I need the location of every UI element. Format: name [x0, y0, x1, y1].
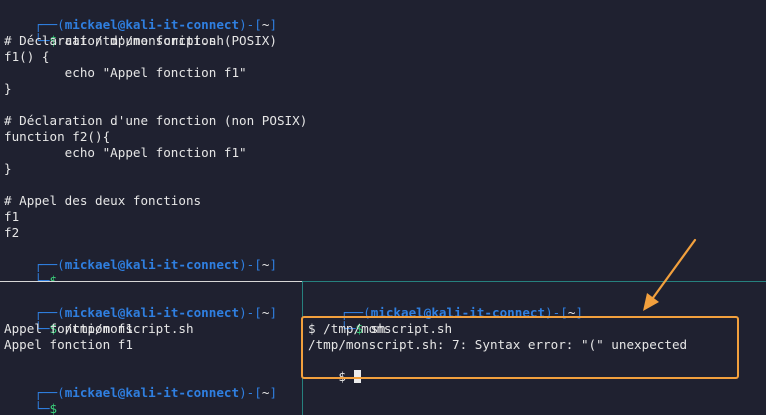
script-line: # Appel des deux fonctions	[4, 193, 202, 208]
script-line: # Déclaration d'une fonction (POSIX)	[4, 33, 277, 48]
script-line: # Déclaration d'une fonction (non POSIX)	[4, 113, 308, 128]
script-line: function f2(){	[4, 129, 111, 144]
prompt-corner-bottom: └─	[34, 401, 50, 415]
prompt-user-host: mickael@kali-it-connect	[64, 385, 240, 400]
script-line: }	[4, 161, 12, 176]
script-line: f1() {	[4, 49, 50, 64]
prompt-header: ┌──(mickael@kali-it-connect)-[~]	[310, 289, 583, 320]
prompt-paren: )	[239, 385, 247, 400]
prompt-corner-bottom: └─	[34, 273, 50, 281]
prompt-dollar: $	[49, 401, 58, 415]
prompt-header: ┌──(mickael@kali-it-connect)-[~]	[4, 369, 277, 400]
prompt-dash: -[	[246, 257, 262, 272]
script-line: }	[4, 81, 12, 96]
script-line: echo "Appel fonction f1"	[4, 145, 247, 160]
prompt-paren: )	[239, 17, 247, 32]
prompt-bracket: ]	[269, 17, 278, 32]
prompt-dash: -[	[246, 17, 262, 32]
prompt-header: ┌──(mickael@kali-it-connect)-[~]	[4, 289, 277, 320]
prompt-paren: )	[239, 257, 247, 272]
script-line: echo "Appel fonction f1"	[4, 65, 247, 80]
prompt-dash: -[	[246, 385, 262, 400]
script-line: f1	[4, 209, 20, 224]
prompt-user-host: mickael@kali-it-connect	[64, 257, 240, 272]
command-line: └─$ cat /tmp/monscript.sh	[4, 17, 224, 48]
top-terminal-pane[interactable]: ┌──(mickael@kali-it-connect)-[~] └─$ cat…	[0, 0, 766, 281]
command-line: └─$ /tmp/monscript.sh	[4, 305, 193, 336]
output-line: Appel fonction f1	[4, 337, 133, 352]
prompt-dollar: $	[49, 273, 58, 281]
command-line[interactable]: └─$	[4, 385, 57, 415]
prompt-paren: )	[239, 305, 247, 320]
script-line: f2	[4, 225, 20, 240]
prompt-dash: -[	[246, 305, 262, 320]
command-line[interactable]: └─$	[4, 257, 57, 281]
prompt-bracket: ]	[269, 257, 278, 272]
prompt-header: ┌──(mickael@kali-it-connect)-[~]	[4, 1, 277, 32]
output-line: Appel fonction f1	[4, 321, 133, 336]
bottom-left-terminal-pane[interactable]: ┌──(mickael@kali-it-connect)-[~] └─$ /tm…	[0, 282, 302, 415]
prompt-bracket: ]	[269, 305, 278, 320]
prompt-bracket: ]	[269, 385, 278, 400]
prompt-header: ┌──(mickael@kali-it-connect)-[~]	[4, 241, 277, 272]
annotation-highlight-box	[301, 316, 739, 379]
